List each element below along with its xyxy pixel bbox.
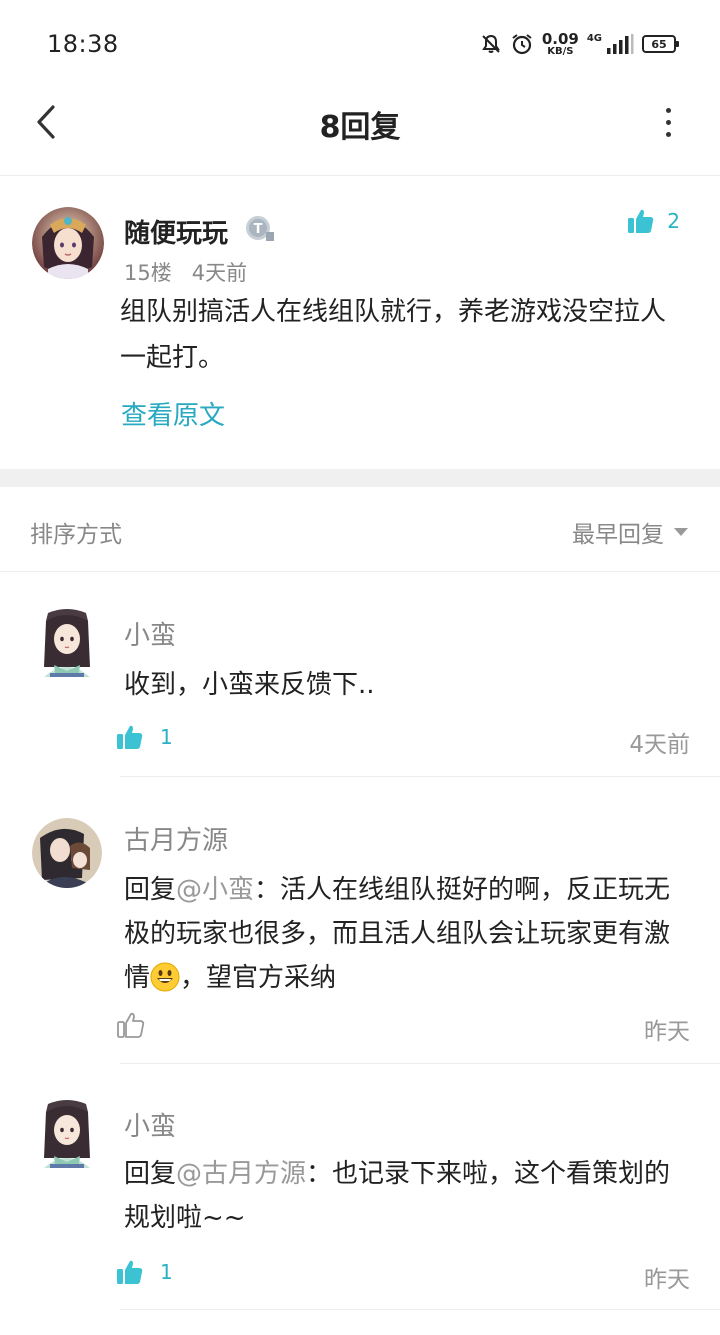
signal-icon: 4G (587, 34, 634, 54)
status-time: 18:38 (47, 30, 119, 58)
net-speed: 0.09 KB/S (541, 29, 579, 57)
reply-item: 小蛮 收到，小蛮来反馈下.. 1 4天前 (0, 573, 720, 778)
reply-like-count: 1 (160, 725, 173, 749)
more-vertical-icon (665, 107, 671, 137)
reply-author[interactable]: 古月方源 (124, 820, 228, 857)
reply-author[interactable]: 小蛮 (124, 615, 176, 652)
post-meta: 15楼 4天前 (124, 257, 247, 287)
sort-label: 排序方式 (30, 522, 122, 548)
reply-prefix: 回复 (124, 1159, 177, 1189)
network-type: 4G (586, 33, 602, 44)
reply-time: 4天前 (629, 732, 690, 758)
reply-like-button[interactable] (116, 1010, 162, 1040)
divider (120, 776, 720, 777)
reply-text: 回复@小蛮：活人在线组队挺好的啊，反正玩无极的玩家也很多，而且活人组队会让玩家更… (124, 868, 694, 1006)
original-post: 随便玩玩 T 2 15楼 4天前 组队别搞活人在线组队就行，养老游戏没空拉人一起… (0, 177, 720, 469)
reply-like-count: 1 (160, 1260, 173, 1284)
level-badge-icon: T (244, 212, 276, 244)
post-time: 4天前 (191, 261, 248, 285)
sort-dropdown[interactable]: 最早回复 (572, 515, 688, 549)
alarm-icon (510, 32, 534, 56)
sort-row: 排序方式 最早回复 (0, 487, 720, 572)
post-author[interactable]: 随便玩玩 (124, 213, 228, 250)
thumbs-up-filled-icon (628, 209, 654, 233)
net-speed-unit: KB/S (547, 45, 574, 57)
post-like-count: 2 (667, 209, 680, 233)
thumbs-up-filled-icon (117, 1260, 143, 1284)
post-content: 组队别搞活人在线组队就行，养老游戏没空拉人一起打。 (120, 297, 667, 373)
battery-icon: 65 (642, 35, 679, 53)
reply-prefix: 回复 (124, 875, 177, 905)
reply-item: 小蛮 回复@古月方源：也记录下来啦，这个看策划的规划啦~~ 1 昨天 (0, 1064, 720, 1314)
reply-item: 古月方源 回复@小蛮：活人在线组队挺好的啊，反正玩无极的玩家也很多，而且活人组队… (0, 778, 720, 1064)
net-speed-value: 0.09 (541, 29, 579, 48)
reply-body-end: ，望官方采纳 (180, 963, 337, 993)
post-like-button[interactable]: 2 (627, 207, 680, 235)
status-icons: 0.09 KB/S 4G 65 (480, 28, 679, 60)
divider (120, 1309, 720, 1310)
badge-letter: T (254, 222, 263, 237)
avatar[interactable] (32, 1098, 102, 1168)
thumbs-up-outline-icon (117, 1012, 145, 1038)
reply-text: 回复@古月方源：也记录下来啦，这个看策划的规划啦~~ (124, 1152, 694, 1240)
more-button[interactable] (660, 104, 676, 140)
section-divider (0, 469, 720, 487)
reply-time: 昨天 (644, 1019, 690, 1045)
reply-text: 收到，小蛮来反馈下.. (124, 670, 375, 700)
post-floor: 15楼 (124, 261, 172, 285)
reply-author[interactable]: 小蛮 (124, 1106, 176, 1143)
avatar[interactable] (32, 207, 104, 279)
avatar[interactable] (32, 607, 102, 677)
page-title: 8回复 (319, 110, 401, 145)
view-original-link[interactable]: 查看原文 (121, 395, 225, 432)
app-header: 8回复 (0, 88, 720, 176)
reply-like-button[interactable]: 1 (116, 1258, 173, 1286)
thumbs-up-filled-icon (117, 725, 143, 749)
caret-down-icon (674, 528, 688, 536)
mention-link[interactable]: @古月方源 (176, 1159, 306, 1189)
mute-bell-icon (480, 33, 502, 55)
battery-level: 65 (651, 37, 667, 51)
grinning-face-emoji (150, 962, 180, 1006)
reply-time: 昨天 (644, 1267, 690, 1293)
avatar[interactable] (32, 818, 102, 888)
mention-link[interactable]: @小蛮 (176, 875, 254, 905)
reply-like-button[interactable]: 1 (116, 723, 173, 751)
sort-selected: 最早回复 (572, 522, 664, 548)
status-bar: 18:38 0.09 KB/S 4G 65 (0, 0, 720, 88)
